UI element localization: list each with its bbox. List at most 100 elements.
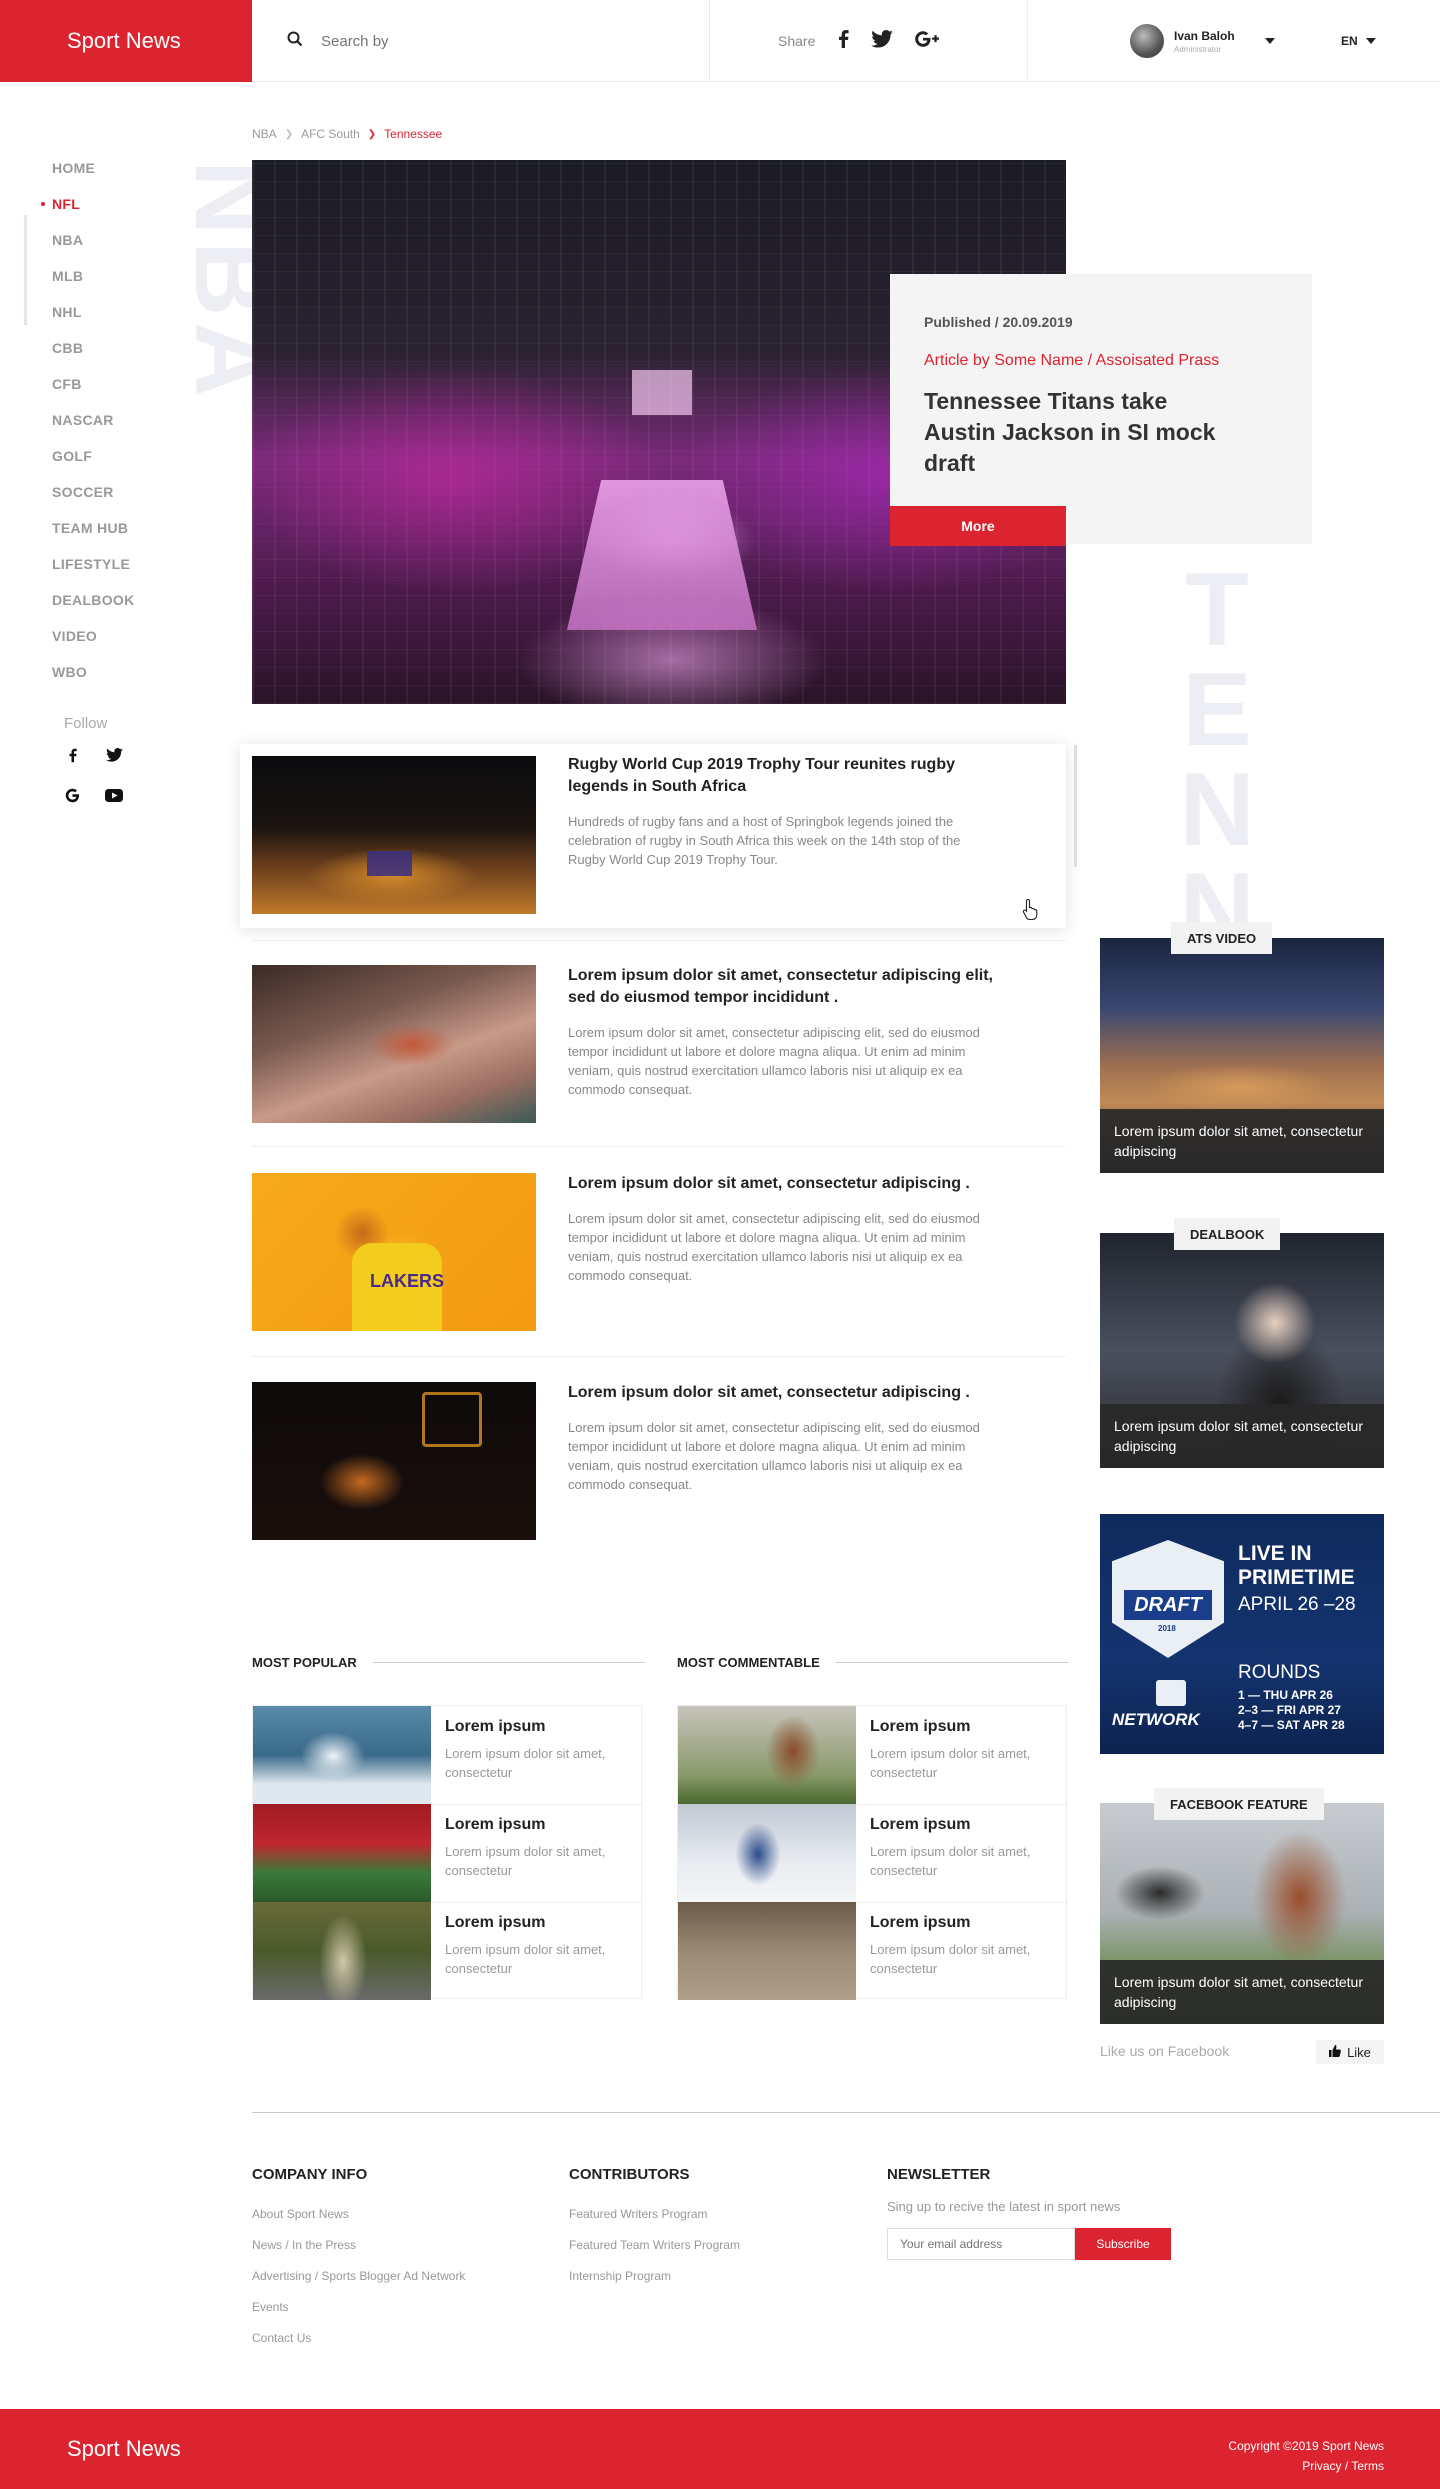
avatar[interactable]	[1130, 24, 1164, 58]
sidebar-item-golf[interactable]: GOLF	[52, 443, 135, 479]
sidebar-item-team-hub[interactable]: TEAM HUB	[52, 515, 135, 551]
list-thumbnail[interactable]	[678, 1804, 856, 1902]
like-label: Like	[1347, 2044, 1371, 2060]
search-input[interactable]	[321, 32, 621, 50]
legal-links[interactable]: Privacy / Terms	[1228, 2456, 1384, 2476]
sidebar-item-nascar[interactable]: NASCAR	[52, 407, 135, 443]
share-label: Share	[778, 33, 816, 49]
list-item[interactable]: Lorem ipsum Lorem ipsum dolor sit amet, …	[253, 1902, 643, 2000]
chevron-down-icon[interactable]	[1264, 38, 1275, 44]
scrollbar[interactable]	[1074, 745, 1077, 867]
list-title[interactable]: Lorem ipsum	[445, 1816, 545, 1834]
article-card[interactable]: LAKERS Lorem ipsum dolor sit amet, conse…	[252, 1173, 1066, 1333]
sidebar-item-soccer[interactable]: SOCCER	[52, 479, 135, 515]
sidebar-item-wbo[interactable]: WBO	[52, 659, 135, 695]
sidebar-item-home[interactable]: HOME	[52, 155, 135, 191]
breadcrumb-item[interactable]: NBA	[252, 127, 277, 141]
footer-link[interactable]: About Sport News	[252, 2207, 465, 2238]
brand-logo[interactable]: Sport News	[0, 0, 252, 82]
language-selector[interactable]: EN	[1341, 34, 1376, 48]
footer-newsletter: NEWSLETTER Sing up to recive the latest …	[887, 2166, 1171, 2260]
ad-headline: LIVE IN PRIMETIME	[1238, 1542, 1355, 1590]
facebook-icon[interactable]	[62, 745, 82, 765]
breadcrumb-current: Tennessee	[384, 127, 443, 141]
list-title[interactable]: Lorem ipsum	[870, 1718, 970, 1736]
section-title: MOST POPULAR	[252, 1655, 357, 1670]
footer-link[interactable]: Featured Team Writers Program	[569, 2238, 740, 2269]
footer-link[interactable]: Advertising / Sports Blogger Ad Network	[252, 2269, 465, 2300]
footer-link[interactable]: Internship Program	[569, 2269, 740, 2300]
ad-rounds: ROUNDS	[1238, 1662, 1321, 1683]
list-thumbnail[interactable]	[678, 1706, 856, 1804]
facebook-like-button[interactable]: Like	[1316, 2040, 1384, 2064]
article-text: Rugby World Cup 2019 Trophy Tour reunite…	[568, 754, 998, 869]
article-title[interactable]: Lorem ipsum dolor sit amet, consectetur …	[568, 1382, 998, 1404]
twitter-icon[interactable]	[871, 29, 894, 53]
sidebar-item-nba[interactable]: NBA	[52, 227, 135, 263]
article-card[interactable]: Rugby World Cup 2019 Trophy Tour reunite…	[240, 744, 1066, 928]
chevron-down-icon[interactable]	[1365, 38, 1376, 44]
list-title[interactable]: Lorem ipsum	[870, 1816, 970, 1834]
nfl-draft-ad[interactable]: DRAFT 2018 LIVE IN PRIMETIME APRIL 26 –2…	[1100, 1514, 1384, 1754]
sidebar-item-cfb[interactable]: CFB	[52, 371, 135, 407]
footer-company-info: COMPANY INFO About Sport News News / In …	[252, 2166, 465, 2362]
article-thumbnail[interactable]	[252, 965, 536, 1123]
bottom-bar: Sport News Copyright ©2019 Sport News Pr…	[0, 2409, 1440, 2489]
ats-video-card[interactable]: Lorem ipsum dolor sit amet, consectetur …	[1100, 938, 1384, 1173]
facebook-like-text[interactable]: Like us on Facebook	[1100, 2043, 1229, 2059]
hero-title[interactable]: Tennessee Titans take Austin Jackson in …	[924, 386, 1224, 479]
dealbook-card[interactable]: Lorem ipsum dolor sit amet, consectetur …	[1100, 1233, 1384, 1468]
footer-link[interactable]: Contact Us	[252, 2331, 465, 2362]
breadcrumb-item[interactable]: AFC South	[301, 127, 360, 141]
list-item[interactable]: Lorem ipsum Lorem ipsum dolor sit amet, …	[253, 1706, 643, 1804]
sidebar-item-video[interactable]: VIDEO	[52, 623, 135, 659]
most-popular-heading: MOST POPULAR	[252, 1655, 645, 1670]
article-card[interactable]: Lorem ipsum dolor sit amet, consectetur …	[252, 965, 1066, 1125]
heading-rule	[835, 1662, 1068, 1663]
email-field[interactable]	[887, 2228, 1075, 2260]
article-author[interactable]: Article by Some Name / Assoisated Prass	[924, 352, 1278, 370]
sidebar-item-nhl[interactable]: NHL	[52, 299, 135, 335]
list-title[interactable]: Lorem ipsum	[445, 1718, 545, 1736]
list-item[interactable]: Lorem ipsum Lorem ipsum dolor sit amet, …	[253, 1804, 643, 1902]
facebook-feature-card[interactable]: Lorem ipsum dolor sit amet, consectetur …	[1100, 1803, 1384, 2024]
article-thumbnail[interactable]	[252, 1382, 536, 1540]
list-thumbnail[interactable]	[253, 1902, 431, 2000]
user-menu[interactable]: Ivan Baloh Administrator	[1028, 0, 1440, 82]
list-thumbnail[interactable]	[253, 1706, 431, 1804]
ad-line: LIVE IN	[1238, 1542, 1312, 1565]
sidebar-item-mlb[interactable]: MLB	[52, 263, 135, 299]
list-item[interactable]: Lorem ipsum Lorem ipsum dolor sit amet, …	[678, 1706, 1068, 1804]
footer-link[interactable]: News / In the Press	[252, 2238, 465, 2269]
article-title[interactable]: Rugby World Cup 2019 Trophy Tour reunite…	[568, 754, 998, 798]
twitter-icon[interactable]	[104, 745, 124, 765]
google-icon[interactable]	[62, 785, 82, 805]
google-plus-icon[interactable]	[915, 30, 940, 53]
more-button[interactable]: More	[890, 506, 1066, 546]
list-title[interactable]: Lorem ipsum	[870, 1914, 970, 1932]
footer-link[interactable]: Featured Writers Program	[569, 2207, 740, 2238]
sidebar-item-cbb[interactable]: CBB	[52, 335, 135, 371]
article-title[interactable]: Lorem ipsum dolor sit amet, consectetur …	[568, 1173, 998, 1195]
sidebar-item-dealbook[interactable]: DEALBOOK	[52, 587, 135, 623]
list-item[interactable]: Lorem ipsum Lorem ipsum dolor sit amet, …	[678, 1902, 1068, 2000]
article-card[interactable]: Lorem ipsum dolor sit amet, consectetur …	[252, 1382, 1066, 1542]
list-title[interactable]: Lorem ipsum	[445, 1914, 545, 1932]
list-thumbnail[interactable]	[253, 1804, 431, 1902]
article-title[interactable]: Lorem ipsum dolor sit amet, consectetur …	[568, 965, 998, 1009]
article-thumbnail[interactable]: LAKERS	[252, 1173, 536, 1331]
subscribe-button[interactable]: Subscribe	[1075, 2228, 1171, 2260]
search-icon[interactable]	[287, 31, 303, 52]
youtube-icon[interactable]	[104, 785, 124, 805]
list-item[interactable]: Lorem ipsum Lorem ipsum dolor sit amet, …	[678, 1804, 1068, 1902]
footer-brand[interactable]: Sport News	[67, 2436, 181, 2462]
user-info: Ivan Baloh Administrator	[1174, 29, 1235, 54]
facebook-icon[interactable]	[837, 29, 849, 53]
footer-heading: CONTRIBUTORS	[569, 2166, 690, 2183]
sidebar-item-nfl[interactable]: NFL	[41, 191, 135, 227]
article-thumbnail[interactable]	[252, 756, 536, 914]
footer-link[interactable]: Events	[252, 2300, 465, 2331]
article-text: Lorem ipsum dolor sit amet, consectetur …	[568, 965, 998, 1099]
list-thumbnail[interactable]	[678, 1902, 856, 2000]
sidebar-item-lifestyle[interactable]: LIFESTYLE	[52, 551, 135, 587]
